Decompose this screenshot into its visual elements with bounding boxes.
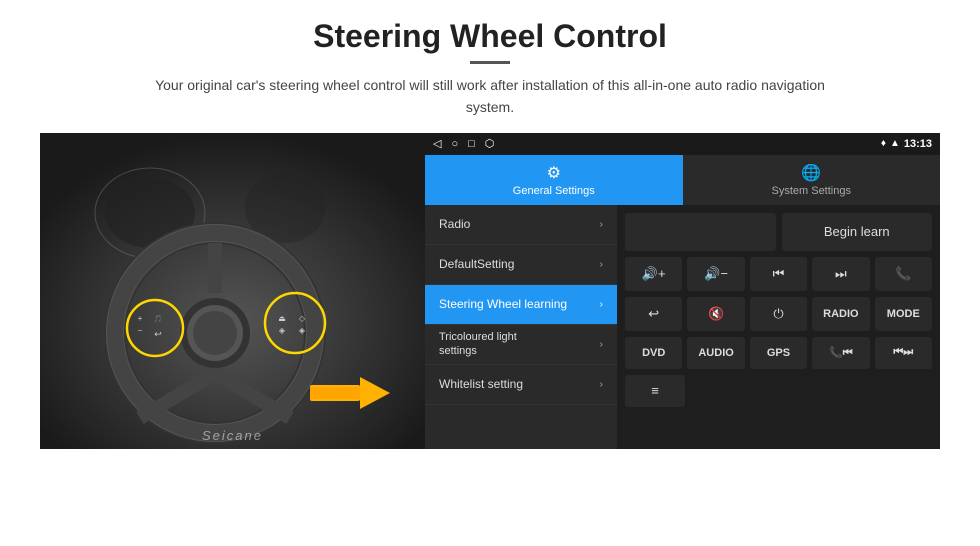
content-area: + − 🎵 ↩ ⏏ ◈ ◇ ◈ <box>40 133 940 536</box>
list-button[interactable]: ≡ <box>625 375 685 407</box>
tab-system-label: System Settings <box>772 185 851 197</box>
back-icon[interactable]: ◁ <box>433 137 441 150</box>
tab-general-settings[interactable]: ⚙ General Settings <box>425 155 683 205</box>
general-settings-icon: ⚙ <box>547 163 561 183</box>
main-content: Radio › DefaultSetting › Steering Wheel … <box>425 205 940 449</box>
page-title: Steering Wheel Control <box>40 18 940 55</box>
chevron-icon-steering: › <box>600 299 603 310</box>
empty-display-box <box>625 213 776 251</box>
back-call-icon: ↩ <box>648 306 659 322</box>
prev-next-button[interactable]: ⏮⏭ <box>875 337 932 369</box>
svg-text:−: − <box>138 326 143 335</box>
chevron-icon-default: › <box>600 259 603 270</box>
menu-icon[interactable]: ⬡ <box>485 137 495 150</box>
controls-row-4: ≡ <box>625 375 932 407</box>
subtitle: Your original car's steering wheel contr… <box>150 74 830 119</box>
svg-text:↩: ↩ <box>154 329 162 339</box>
audio-label: AUDIO <box>698 347 733 359</box>
next-button[interactable]: ⏭ <box>812 257 869 291</box>
mode-label: MODE <box>887 308 920 320</box>
mute-icon: 🔇 <box>708 306 724 322</box>
phone-button[interactable]: 📞 <box>875 257 932 291</box>
controls-row-3: DVD AUDIO GPS 📞⏮ ⏮⏭ <box>625 337 932 369</box>
tab-general-label: General Settings <box>513 185 595 197</box>
menu-radio-label: Radio <box>439 217 470 231</box>
next-icon: ⏭ <box>835 266 847 282</box>
phone-icon: 📞 <box>895 266 911 282</box>
page-container: Steering Wheel Control Your original car… <box>0 0 980 546</box>
android-panel: ◁ ○ □ ⬡ ♦ ▲ 13:13 ⚙ General Settings <box>425 133 940 449</box>
svg-text:⏏: ⏏ <box>278 314 286 323</box>
system-settings-icon: 🌐 <box>801 163 821 183</box>
menu-default-label: DefaultSetting <box>439 257 514 271</box>
controls-row-1: 🔊+ 🔊− ⏮ ⏭ 📞 <box>625 257 932 291</box>
svg-text:◇: ◇ <box>299 314 306 323</box>
controls-row-2: ↩ 🔇 ⏻ RADIO MODE <box>625 297 932 331</box>
recent-icon[interactable]: □ <box>468 138 475 150</box>
svg-text:+: + <box>138 314 143 323</box>
prev-button[interactable]: ⏮ <box>750 257 807 291</box>
menu-item-tricoloured[interactable]: Tricoloured lightsettings › <box>425 325 617 365</box>
menu-item-radio[interactable]: Radio › <box>425 205 617 245</box>
wifi-icon: ▲ <box>890 138 900 149</box>
car-background: + − 🎵 ↩ ⏏ ◈ ◇ ◈ <box>40 133 425 449</box>
svg-text:◈: ◈ <box>299 326 306 335</box>
chevron-icon-whitelist: › <box>600 379 603 390</box>
prev-icon: ⏮ <box>773 266 785 282</box>
menu-steering-label: Steering Wheel learning <box>439 297 567 311</box>
mute-button[interactable]: 🔇 <box>687 297 744 331</box>
left-menu: Radio › DefaultSetting › Steering Wheel … <box>425 205 617 449</box>
status-bar: ◁ ○ □ ⬡ ♦ ▲ 13:13 <box>425 133 940 155</box>
begin-learn-button[interactable]: Begin learn <box>782 213 933 251</box>
svg-text:◈: ◈ <box>279 326 286 335</box>
gps-icon: ♦ <box>881 138 886 149</box>
svg-text:🎵: 🎵 <box>154 314 163 323</box>
chevron-icon-tricoloured: › <box>600 339 603 350</box>
menu-item-default-setting[interactable]: DefaultSetting › <box>425 245 617 285</box>
tab-system-settings[interactable]: 🌐 System Settings <box>683 155 941 205</box>
home-icon[interactable]: ○ <box>451 138 458 150</box>
menu-item-whitelist[interactable]: Whitelist setting › <box>425 365 617 405</box>
chevron-icon-radio: › <box>600 219 603 230</box>
title-divider <box>470 61 510 64</box>
dvd-label: DVD <box>642 347 665 359</box>
title-section: Steering Wheel Control Your original car… <box>40 18 940 133</box>
gps-button[interactable]: GPS <box>750 337 807 369</box>
vol-down-icon: 🔊− <box>704 266 728 282</box>
status-bar-right: ♦ ▲ 13:13 <box>881 138 932 150</box>
vol-up-icon: 🔊+ <box>642 266 666 282</box>
tab-bar: ⚙ General Settings 🌐 System Settings <box>425 155 940 205</box>
radio-button[interactable]: RADIO <box>812 297 869 331</box>
power-button[interactable]: ⏻ <box>750 297 807 331</box>
audio-button[interactable]: AUDIO <box>687 337 744 369</box>
menu-item-steering-wheel[interactable]: Steering Wheel learning › <box>425 285 617 325</box>
menu-whitelist-label: Whitelist setting <box>439 377 523 391</box>
gps-label: GPS <box>767 347 790 359</box>
car-image-section: + − 🎵 ↩ ⏏ ◈ ◇ ◈ <box>40 133 425 449</box>
radio-label: RADIO <box>823 308 858 320</box>
phone-prev-button[interactable]: 📞⏮ <box>812 337 869 369</box>
vol-down-button[interactable]: 🔊− <box>687 257 744 291</box>
watermark: Seicane <box>202 428 263 443</box>
phone-prev-icon: 📞⏮ <box>829 346 853 360</box>
list-icon: ≡ <box>651 383 659 398</box>
prev-next-icon: ⏮⏭ <box>893 346 913 359</box>
back-call-button[interactable]: ↩ <box>625 297 682 331</box>
time-display: 13:13 <box>904 138 932 150</box>
dvd-button[interactable]: DVD <box>625 337 682 369</box>
right-controls-panel: Begin learn 🔊+ 🔊− ⏮ <box>617 205 940 449</box>
vol-up-button[interactable]: 🔊+ <box>625 257 682 291</box>
power-icon: ⏻ <box>773 306 783 322</box>
menu-tricoloured-label: Tricoloured lightsettings <box>439 330 517 359</box>
status-bar-left: ◁ ○ □ ⬡ <box>433 137 494 150</box>
mode-button[interactable]: MODE <box>875 297 932 331</box>
begin-learn-row: Begin learn <box>625 213 932 251</box>
